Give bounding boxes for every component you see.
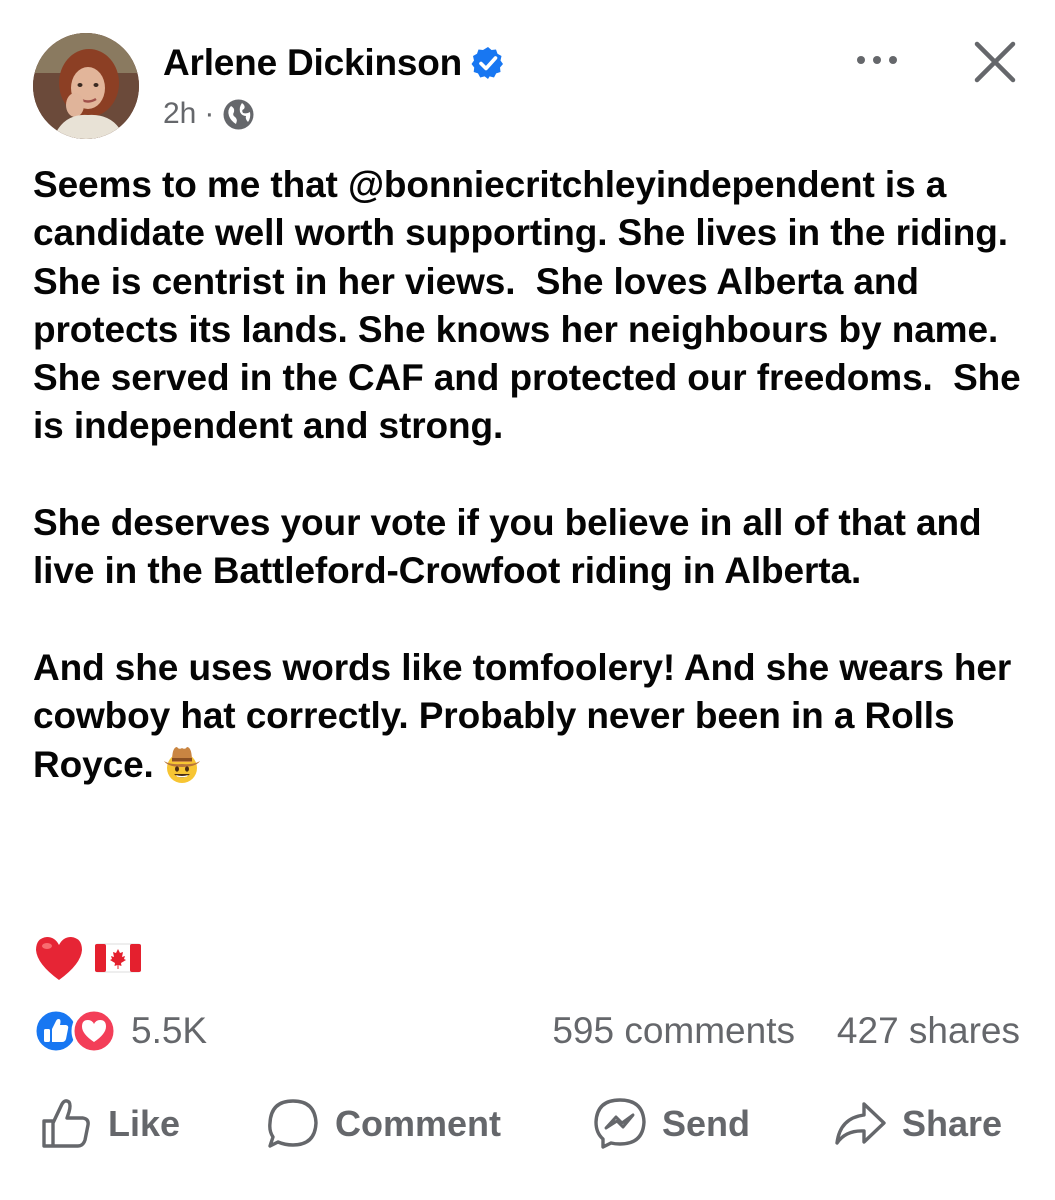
post-paragraph-1: Seems to me that @bonniecritchleyindepen…: [33, 164, 1031, 447]
author-avatar[interactable]: [33, 33, 139, 139]
messenger-icon: [594, 1098, 646, 1149]
like-button[interactable]: Like: [38, 1094, 180, 1154]
share-label: Share: [902, 1103, 1003, 1144]
cowboy-hat-face-icon: [163, 746, 200, 783]
comment-bubble-icon: [268, 1099, 318, 1148]
more-options-icon[interactable]: [852, 48, 902, 72]
post-time[interactable]: 2h: [163, 94, 196, 134]
author-row: Arlene Dickinson: [163, 40, 506, 86]
comment-label: Comment: [335, 1103, 502, 1144]
verified-badge-icon: [470, 45, 506, 81]
heart-icon: [36, 937, 82, 980]
share-count[interactable]: 427 shares: [837, 1008, 1020, 1054]
facebook-post: Arlene Dickinson 2h · Seems to me that @…: [0, 0, 1055, 1200]
post-text: Seems to me that @bonniecritchleyindepen…: [33, 161, 1023, 837]
reaction-count[interactable]: 5.5K: [131, 1008, 207, 1054]
share-arrow-icon: [835, 1102, 886, 1145]
send-button[interactable]: Send: [592, 1094, 750, 1154]
thumbs-up-icon: [42, 1099, 90, 1148]
share-button[interactable]: Share: [832, 1094, 1002, 1154]
post-meta: 2h ·: [163, 94, 255, 134]
like-label: Like: [108, 1103, 181, 1144]
comment-count[interactable]: 595 comments: [552, 1008, 795, 1054]
post-paragraph-2: She deserves your vote if you believe in…: [33, 502, 992, 592]
close-icon[interactable]: [973, 40, 1017, 84]
globe-icon[interactable]: [222, 98, 255, 131]
send-label: Send: [662, 1103, 751, 1144]
post-paragraph-3: And she uses words like tomfoolery! And …: [33, 644, 1023, 789]
action-bar: Like Comment Send Share: [0, 1094, 1055, 1154]
comment-button[interactable]: Comment: [265, 1094, 501, 1154]
meta-separator: ·: [204, 97, 215, 130]
canada-flag-icon: [95, 943, 141, 973]
engagement-stats: 5.5K 595 comments 427 shares: [33, 1008, 1023, 1056]
author-name[interactable]: Arlene Dickinson: [163, 40, 462, 86]
love-reaction-icon: [71, 1008, 117, 1054]
post-emojis: [33, 934, 141, 982]
reaction-icons[interactable]: [33, 1008, 117, 1054]
